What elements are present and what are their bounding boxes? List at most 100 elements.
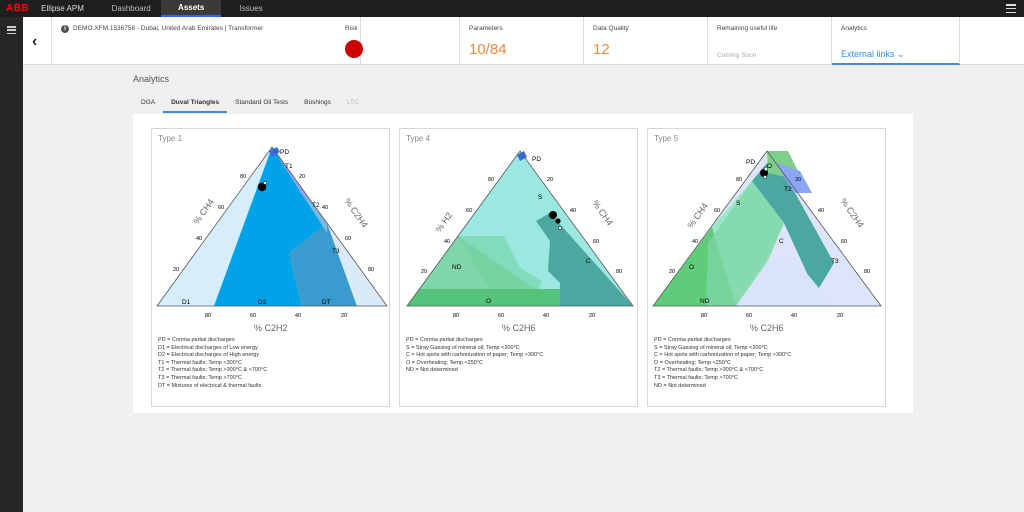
legend-item: O = Overheating; Temp <250°C: [406, 359, 484, 366]
tick-label: 20: [589, 313, 595, 319]
legend-item: T2 = Thermal faults; Temp >300°C & <700°…: [654, 367, 764, 374]
zone-label: PD: [532, 156, 541, 163]
kpi-parameters-label: Parameters: [469, 25, 503, 32]
external-links-label: External links: [841, 49, 895, 59]
tick-label: 60: [218, 205, 224, 211]
duval-type1-card: Type 1 PD T1 T2 T3 D1 D2 DT 80 60 40 20 …: [151, 128, 390, 407]
tab-bushings[interactable]: Bushings: [296, 93, 339, 113]
tick-label: 40: [570, 208, 576, 214]
tick-label: 80: [368, 267, 374, 273]
tab-standard-oil-tests[interactable]: Standard Oil Tests: [227, 93, 296, 113]
card-title: Type 4: [406, 134, 431, 143]
tick-label: 20: [547, 177, 553, 183]
asset-header: ‹ i DEMO.XFM.1536758 - Dubai, United Ara…: [23, 17, 1024, 65]
analytics-tabs: DGA Duval Triangles Standard Oil Tests B…: [133, 93, 367, 113]
card-title: Type 5: [654, 134, 679, 143]
tick-label: 40: [791, 313, 797, 319]
zone-label: T3: [831, 258, 839, 265]
axis-label-bottom: % C2H6: [750, 323, 784, 333]
kpi-analytics[interactable]: Analytics External links ⌄: [832, 17, 960, 65]
kpi-risk-label: Risk: [345, 25, 358, 32]
zone-label: C: [779, 238, 784, 245]
kpi-parameters[interactable]: Parameters 10/84: [460, 17, 584, 65]
type1-legend: PD = Corona partial discharges D1 = Elec…: [158, 337, 267, 390]
tick-label: 60: [250, 313, 256, 319]
tick-label: 80: [736, 177, 742, 183]
kpi-data-quality-label: Data Quality: [593, 25, 629, 32]
tick-label: 40: [322, 205, 328, 211]
legend-item: S = Stray Gassing of mineral oil; Temp <…: [406, 344, 520, 351]
tick-label: 20: [837, 313, 843, 319]
legend-item: DT = Mixtures of electrical & thermal fa…: [158, 382, 262, 389]
tab-duval-triangles[interactable]: Duval Triangles: [163, 93, 228, 113]
legend-item: C = Hot spots with carbonization of pape…: [406, 352, 544, 359]
tick-label: 60: [345, 236, 351, 242]
tick-label: 40: [196, 236, 202, 242]
zone-label: O: [486, 298, 491, 305]
kpi-remaining-life: Remaining useful life Coming Soon: [708, 17, 832, 65]
zone-label: T3: [332, 248, 340, 255]
nav-tab-issues[interactable]: Issues: [221, 0, 281, 17]
external-links-dropdown[interactable]: External links ⌄: [841, 49, 905, 60]
tick-label: 80: [453, 313, 459, 319]
legend-item: ND = Not determined: [406, 367, 458, 374]
tick-label: 80: [701, 313, 707, 319]
zone-label: S: [736, 200, 741, 207]
tick-label: 60: [841, 239, 847, 245]
kpi-rul-value: Coming Soon: [717, 52, 757, 59]
asset-info: i DEMO.XFM.1536758 - Dubai, United Arab …: [51, 17, 361, 65]
axis-label-left: % H2: [433, 210, 454, 234]
tick-label: 60: [714, 208, 720, 214]
legend-item: PD = Corona partial discharges: [158, 337, 235, 343]
tab-ltc: LTC: [346, 99, 359, 106]
legend-item: C = Hot spots with carbonization of pape…: [654, 352, 792, 359]
duval-type5-card: Type 5 PD O S T2 C O ND T3 80 60 40 20 2…: [647, 128, 886, 407]
axis-label-bottom: % C2H6: [502, 323, 536, 333]
axis-label-bottom: % C2H2: [254, 323, 288, 333]
nav-tab-dashboard[interactable]: Dashboard: [101, 0, 161, 17]
legend-item: T1 = Thermal faults; Temp <300°C: [158, 359, 242, 366]
tick-label: 20: [173, 267, 179, 273]
axis-label-right: % CH4: [590, 198, 615, 227]
legend-item: T2 = Thermal faults; Temp >300°C & <700°…: [158, 367, 268, 374]
legend-item: PD = Corona partial discharges: [654, 337, 731, 343]
tick-label: 40: [444, 239, 450, 245]
zone-label: T2: [312, 202, 320, 209]
back-chevron-icon[interactable]: ‹: [32, 33, 37, 51]
axis-label-left: % CH4: [191, 197, 216, 226]
asset-title: DEMO.XFM.1536758 - Dubai, United Arab Em…: [73, 25, 264, 32]
zone-label: D1: [182, 299, 191, 306]
tick-label: 60: [498, 313, 504, 319]
tick-label: 60: [746, 313, 752, 319]
kpi-analytics-label: Analytics: [841, 25, 868, 32]
zone-label: O: [689, 264, 694, 271]
duval-type4-triangle: PD S C ND O 80 60 40 20 20 40 60 80 80 6…: [406, 150, 634, 333]
tick-label: 20: [341, 313, 347, 319]
kpi-risk[interactable]: Risk: [336, 17, 460, 65]
tick-label: 80: [205, 313, 211, 319]
tick-label: 80: [616, 269, 622, 275]
top-bar: ABB Ellipse APM Dashboard Assets Issues: [0, 0, 1024, 17]
info-icon[interactable]: i: [61, 25, 69, 33]
type4-legend: PD = Corona partial discharges S = Stray…: [406, 337, 543, 375]
duval-type1-triangle: PD T1 T2 T3 D1 D2 DT 80 60 40 20 20 40 6…: [156, 146, 388, 333]
zone-label: DT: [322, 299, 331, 306]
nav-tab-assets[interactable]: Assets: [161, 0, 222, 17]
legend-item: D2 = Electrical discharges of High energ…: [158, 352, 260, 359]
tick-label: 40: [543, 313, 549, 319]
zone-label: C: [586, 258, 591, 265]
kpi-data-quality[interactable]: Data Quality 12: [584, 17, 708, 65]
menu-icon[interactable]: [1006, 4, 1016, 13]
tick-label: 40: [692, 239, 698, 245]
type5-legend: PD = Corona partial discharges S = Stray…: [654, 337, 791, 390]
list-icon[interactable]: [7, 26, 16, 34]
axis-label-left: % CH4: [685, 201, 710, 230]
tab-dga[interactable]: DGA: [133, 93, 163, 113]
zone-label: PD: [280, 149, 289, 156]
tick-label: 40: [818, 208, 824, 214]
kpi-parameters-value: 10/84: [469, 41, 507, 58]
tick-label: 20: [299, 174, 305, 180]
zone-label: O: [767, 163, 772, 170]
tick-label: 80: [240, 174, 246, 180]
axis-label-right: % C2H4: [838, 196, 865, 229]
